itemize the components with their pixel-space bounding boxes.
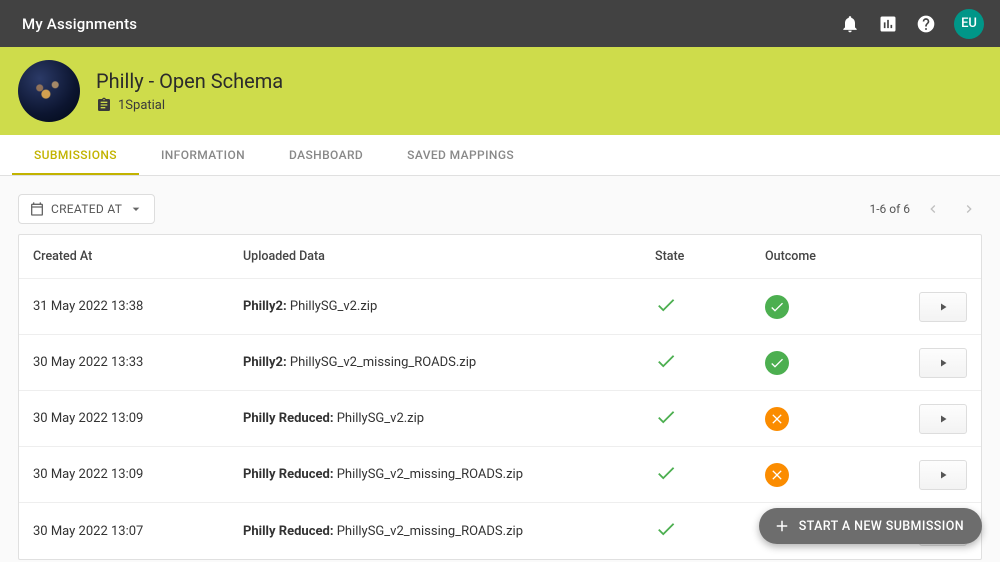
table-row: 30 May 2022 13:33Philly2: PhillySG_v2_mi… — [19, 335, 981, 391]
open-submission-button[interactable] — [919, 348, 967, 378]
dashboard-icon[interactable] — [878, 14, 898, 34]
cell-uploaded-data: Philly2: PhillySG_v2.zip — [243, 299, 655, 314]
cell-outcome — [765, 295, 885, 319]
table-header: Created At Uploaded Data State Outcome — [19, 235, 981, 279]
clipboard-icon — [96, 97, 112, 113]
open-submission-button[interactable] — [919, 460, 967, 490]
calendar-icon — [29, 201, 45, 217]
cell-uploaded-data: Philly2: PhillySG_v2_missing_ROADS.zip — [243, 355, 655, 370]
col-header-state: State — [655, 249, 765, 264]
paginator: 1-6 of 6 — [869, 196, 982, 222]
state-done-icon — [655, 294, 677, 320]
assignment-avatar — [18, 60, 80, 122]
tab-information[interactable]: INFORMATION — [139, 135, 267, 175]
cell-actions — [885, 460, 967, 490]
pagination-range: 1-6 of 6 — [869, 202, 910, 216]
col-header-created-at: Created At — [33, 249, 243, 264]
outcome-pass-icon — [765, 351, 789, 375]
state-done-icon — [655, 518, 677, 544]
cell-state — [655, 406, 765, 432]
cell-state — [655, 294, 765, 320]
cell-outcome — [765, 351, 885, 375]
cell-created-at: 30 May 2022 13:33 — [33, 355, 243, 370]
cell-created-at: 30 May 2022 13:09 — [33, 467, 243, 482]
assignment-header-text: Philly - Open Schema 1Spatial — [96, 69, 283, 113]
tab-dashboard[interactable]: DASHBOARD — [267, 135, 385, 175]
appbar-title: My Assignments — [22, 15, 840, 33]
table-row: 30 May 2022 13:09Philly Reduced: PhillyS… — [19, 447, 981, 503]
cell-uploaded-data: Philly Reduced: PhillySG_v2_missing_ROAD… — [243, 467, 655, 482]
assignment-org: 1Spatial — [118, 98, 165, 113]
list-toolbar: CREATED AT 1-6 of 6 — [0, 176, 1000, 234]
state-done-icon — [655, 350, 677, 376]
cell-outcome — [765, 407, 885, 431]
next-page-button[interactable] — [956, 196, 982, 222]
sort-chip[interactable]: CREATED AT — [18, 194, 155, 224]
table-row: 31 May 2022 13:38Philly2: PhillySG_v2.zi… — [19, 279, 981, 335]
tab-submissions[interactable]: SUBMISSIONS — [12, 135, 139, 175]
cell-created-at: 30 May 2022 13:09 — [33, 411, 243, 426]
assignment-subtitle: 1Spatial — [96, 97, 283, 113]
cell-created-at: 30 May 2022 13:07 — [33, 524, 243, 539]
col-header-uploaded-data: Uploaded Data — [243, 249, 655, 264]
outcome-fail-icon — [765, 407, 789, 431]
cell-outcome — [765, 463, 885, 487]
outcome-fail-icon — [765, 463, 789, 487]
cell-state — [655, 462, 765, 488]
cell-uploaded-data: Philly Reduced: PhillySG_v2_missing_ROAD… — [243, 524, 655, 539]
user-avatar[interactable]: EU — [954, 9, 984, 39]
chevron-down-icon — [128, 201, 144, 217]
assignment-header: Philly - Open Schema 1Spatial — [0, 47, 1000, 135]
tab-label: DASHBOARD — [289, 148, 363, 162]
sort-label: CREATED AT — [51, 202, 122, 216]
tab-label: INFORMATION — [161, 148, 245, 162]
cell-uploaded-data: Philly Reduced: PhillySG_v2.zip — [243, 411, 655, 426]
notifications-icon[interactable] — [840, 14, 860, 34]
open-submission-button[interactable] — [919, 404, 967, 434]
open-submission-button[interactable] — [919, 292, 967, 322]
table-row: 30 May 2022 13:09Philly Reduced: PhillyS… — [19, 391, 981, 447]
cell-state — [655, 350, 765, 376]
tab-label: SAVED MAPPINGS — [407, 148, 514, 162]
help-icon[interactable] — [916, 14, 936, 34]
tab-saved-mappings[interactable]: SAVED MAPPINGS — [385, 135, 536, 175]
cell-actions — [885, 348, 967, 378]
appbar: My Assignments EU — [0, 0, 1000, 47]
cell-created-at: 31 May 2022 13:38 — [33, 299, 243, 314]
tabs: SUBMISSIONS INFORMATION DASHBOARD SAVED … — [0, 135, 1000, 176]
col-header-outcome: Outcome — [765, 249, 885, 264]
plus-icon — [773, 517, 791, 535]
cell-actions — [885, 404, 967, 434]
fab-label: START A NEW SUBMISSION — [799, 519, 964, 534]
assignment-title: Philly - Open Schema — [96, 69, 283, 93]
cell-actions — [885, 292, 967, 322]
state-done-icon — [655, 406, 677, 432]
state-done-icon — [655, 462, 677, 488]
start-submission-button[interactable]: START A NEW SUBMISSION — [759, 508, 982, 544]
cell-state — [655, 518, 765, 544]
tab-label: SUBMISSIONS — [34, 148, 117, 162]
appbar-actions: EU — [840, 9, 984, 39]
outcome-pass-icon — [765, 295, 789, 319]
prev-page-button[interactable] — [920, 196, 946, 222]
